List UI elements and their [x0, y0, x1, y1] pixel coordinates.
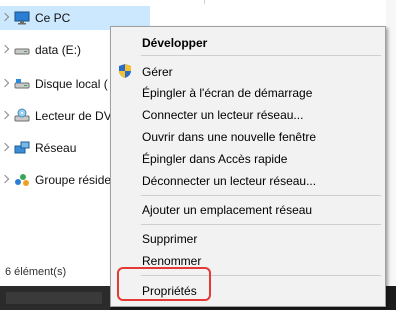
expand-chevron-icon[interactable]: [0, 12, 10, 22]
menu-item-rename[interactable]: Renommer: [142, 254, 201, 268]
menu-item-pin-start[interactable]: Épingler à l'écran de démarrage: [142, 86, 312, 100]
menu-item-pin-quick-access[interactable]: Épingler dans Accès rapide: [142, 152, 287, 166]
menu-item-map-drive[interactable]: Connecter un lecteur réseau...: [142, 108, 303, 122]
nav-item-label: Ce PC: [35, 11, 71, 25]
drive-icon: [14, 79, 30, 89]
nav-item-label: Réseau: [35, 141, 77, 155]
menu-item-properties[interactable]: Propriétés: [142, 284, 197, 298]
menu-item-delete[interactable]: Supprimer: [142, 232, 197, 246]
menu-separator: [141, 195, 381, 196]
nav-item-label: Lecteur de DV: [35, 109, 112, 123]
status-item-count: 6 élément(s): [5, 266, 67, 278]
dvd-icon: [14, 108, 30, 122]
monitor-icon: [14, 11, 30, 25]
homegroup-icon: [15, 174, 29, 186]
expand-chevron-icon[interactable]: [0, 78, 10, 88]
menu-item-disconnect-drive[interactable]: Déconnecter un lecteur réseau...: [142, 174, 316, 188]
divider: [204, 0, 205, 4]
menu-item-manage[interactable]: Gérer: [142, 65, 173, 79]
menu-item-add-network-location[interactable]: Ajouter un emplacement réseau: [142, 203, 312, 217]
menu-item-expand[interactable]: Développer: [142, 36, 207, 50]
nav-item-label: Groupe réside: [35, 173, 112, 187]
uac-shield-icon: [119, 64, 131, 78]
content-pane-edge: [386, 0, 396, 300]
drive-icon: [14, 48, 30, 55]
network-icon: [14, 141, 30, 154]
expand-chevron-icon[interactable]: [0, 44, 10, 54]
menu-separator: [141, 224, 381, 225]
expand-chevron-icon[interactable]: [0, 142, 10, 152]
expand-chevron-icon[interactable]: [0, 174, 10, 184]
menu-separator: [141, 55, 381, 56]
nav-item-label: Disque local (: [35, 77, 108, 91]
menu-item-open-new-window[interactable]: Ouvrir dans une nouvelle fenêtre: [142, 130, 316, 144]
context-menu: Développer Gérer Épingler à l'écran de d…: [110, 26, 386, 307]
expand-chevron-icon[interactable]: [0, 110, 10, 120]
taskbar-highlight: [6, 292, 102, 304]
nav-item-label: data (E:): [35, 43, 82, 57]
taskbar-segment: [0, 286, 110, 310]
